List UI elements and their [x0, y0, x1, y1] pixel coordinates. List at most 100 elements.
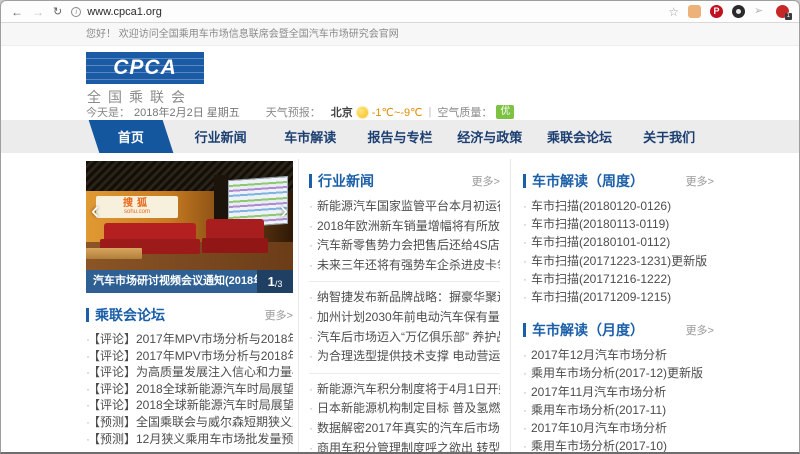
- nav-item-industry-news[interactable]: 行业新闻: [176, 120, 266, 153]
- list-item[interactable]: · 车市扫描(20171209-1215): [523, 288, 714, 306]
- list-item[interactable]: · 车市扫描(20180113-0119): [523, 215, 714, 233]
- list-item[interactable]: · 新能源汽车国家监管平台本月初运行: [309, 197, 500, 217]
- list-item[interactable]: ·汽车新零售势力会把售后还给4S店吗？也许并不...: [309, 236, 500, 256]
- forum-section-title: 乘联会论坛: [95, 307, 165, 323]
- list-item[interactable]: ·加州计划2030年前电动汽车保有量达500万辆: [309, 308, 500, 328]
- reload-icon[interactable]: ↻: [53, 5, 62, 18]
- list-item[interactable]: · 乘用车市场分析(2017-10): [523, 437, 714, 452]
- monthly-more-link[interactable]: 更多>: [686, 322, 714, 338]
- wooden-table: [86, 248, 142, 259]
- site-logo[interactable]: CPCA: [86, 52, 204, 84]
- main-nav: 首页 行业新闻 车市解读 报告与专栏 经济与政策 乘联会论坛 关于我们: [1, 120, 799, 153]
- list-item[interactable]: ·新能源汽车积分制度将于4月1日开始实施: [309, 380, 500, 400]
- monthly-section-title: 车市解读（月度）: [532, 322, 644, 339]
- forum-more-link[interactable]: 更多>: [265, 307, 293, 323]
- list-item[interactable]: · 车市扫描(20171223-1231)更新版: [523, 252, 714, 270]
- sign-logo-text: 搜狐: [123, 198, 151, 209]
- nav-item-about[interactable]: 关于我们: [624, 120, 714, 153]
- news-list-group-2: ·纳智捷发布新品牌战略：摒豪华聚运动 新平台对... ·加州计划2030年前电动…: [309, 288, 500, 366]
- list-item[interactable]: ·【评论】2017年MPV市场分析与2018年展望（下）: [86, 331, 293, 348]
- list-item[interactable]: ·汽车后市场迈入“万亿俱乐部” 养护品牌竞争进...: [309, 328, 500, 348]
- news-list-group-1: · 新能源汽车国家监管平台本月初运行 · 2018年欧洲新车销量增幅将有所放缓 · 汽…: [309, 197, 500, 275]
- section-accent-bar: [309, 174, 312, 188]
- monthly-list: · 2017年12月汽车市场分析 · 乘用车市场分析(2017-12)更新版 · 20…: [523, 346, 714, 452]
- weather-label: 天气预报：: [265, 107, 321, 119]
- extension-icon-2[interactable]: P: [710, 5, 723, 18]
- list-item[interactable]: ·未来三年还将有强势车企杀进皮卡领域: [309, 256, 500, 276]
- address-bar[interactable]: i www.cpca1.org ☆: [71, 4, 679, 20]
- carousel-caption[interactable]: 汽车市场研讨视频会议通知(2018年2月: [86, 270, 257, 293]
- url-text[interactable]: www.cpca1.org: [87, 6, 162, 18]
- list-item[interactable]: ·【评论】2018全球新能源汽车时局展望（二）: [86, 381, 293, 398]
- date-value: 2018年2月2日 星期五: [134, 107, 240, 119]
- section-accent-bar: [86, 308, 89, 322]
- nav-item-reports[interactable]: 报告与专栏: [355, 120, 445, 153]
- masthead: CPCA 全国乘联会 今天是： 2018年2月2日 星期五 天气预报： 北京 -1…: [1, 46, 799, 120]
- browser-window: ← → ↻ i www.cpca1.org ☆ P ➢ 1 您好！ 欢迎访问全国…: [0, 0, 800, 454]
- news-section-header: 行业新闻 更多>: [309, 171, 500, 191]
- carousel-prev-icon[interactable]: ‹: [91, 199, 99, 223]
- carousel[interactable]: 搜狐 sohu.com ‹ › 汽车市场研讨视频会议通知(2018年2月 1: [86, 161, 293, 293]
- nav-item-market-analysis[interactable]: 车市解读: [265, 120, 355, 153]
- list-item[interactable]: · 2017年11月汽车市场分析: [523, 383, 714, 401]
- forum-list: ·【评论】2017年MPV市场分析与2018年展望（下） ·【评论】2017年M…: [86, 331, 293, 447]
- list-item[interactable]: ·商用车积分管理制度呼之欲出 转型升级战拉开帷...: [309, 439, 500, 452]
- carousel-pagination: 1 /3: [257, 270, 293, 293]
- news-more-link[interactable]: 更多>: [472, 173, 500, 189]
- list-item[interactable]: · 乘用车市场分析(2017-11): [523, 401, 714, 419]
- logo-acronym: CPCA: [113, 56, 177, 79]
- carousel-next-icon[interactable]: ›: [280, 199, 288, 223]
- list-item[interactable]: · 数据解密2017年真实的汽车后市场: [309, 419, 500, 439]
- list-item[interactable]: ·纳智捷发布新品牌战略：摒豪华聚运动 新平台对...: [309, 288, 500, 308]
- list-item[interactable]: · 乘用车市场分析(2017-12)更新版: [523, 364, 714, 382]
- extension-icon-1[interactable]: [688, 5, 701, 18]
- weekly-section-header: 车市解读（周度） 更多>: [523, 171, 714, 191]
- carousel-image: 搜狐 sohu.com ‹ ›: [86, 161, 293, 270]
- welcome-bar: 您好！ 欢迎访问全国乘用车市场信息联席会暨全国汽车市场研究会官网: [1, 23, 799, 46]
- left-column: 搜狐 sohu.com ‹ › 汽车市场研讨视频会议通知(2018年2月 1: [86, 159, 298, 452]
- list-item[interactable]: ·【预测】12月狭义乘用车市场批发量预测回顾: [86, 431, 293, 448]
- nav-item-forum[interactable]: 乘联会论坛: [535, 120, 625, 153]
- list-item[interactable]: · 2017年12月汽车市场分析: [523, 346, 714, 364]
- list-item[interactable]: ·【评论】2017年MPV市场分析与2018年展望（上）: [86, 348, 293, 365]
- studio-sign: 搜狐 sohu.com: [96, 196, 178, 218]
- right-column: 车市解读（周度） 更多> · 车市扫描(20180120-0126) · 车市扫描(…: [511, 159, 714, 452]
- list-item[interactable]: ·【评论】2018全球新能源汽车时局展望（一）: [86, 397, 293, 414]
- list-item[interactable]: · 车市扫描(20180101-0112): [523, 233, 714, 251]
- divider: [309, 372, 500, 374]
- list-item[interactable]: · 车市扫描(20171216-1222): [523, 270, 714, 288]
- sign-logo-sub: sohu.com: [123, 209, 150, 215]
- list-item[interactable]: · 2018年欧洲新车销量增幅将有所放缓: [309, 217, 500, 237]
- list-item[interactable]: ·为合理选型提供技术支撑 电动营运货车将有统一...: [309, 347, 500, 367]
- nav-item-economy-policy[interactable]: 经济与政策: [445, 120, 535, 153]
- carousel-page-total: /3: [274, 278, 283, 289]
- forum-section-header: 乘联会论坛 更多>: [86, 305, 293, 325]
- section-accent-bar: [523, 323, 526, 338]
- extension-icon-3[interactable]: [732, 5, 745, 18]
- content-area: 搜狐 sohu.com ‹ › 汽车市场研讨视频会议通知(2018年2月 1: [86, 153, 714, 452]
- weekly-section-title: 车市解读（周度）: [532, 173, 644, 189]
- extension-icon-5[interactable]: 1: [776, 5, 792, 20]
- site-info-icon[interactable]: i: [71, 6, 82, 17]
- extension-icon-4[interactable]: ➢: [754, 5, 767, 18]
- nav-item-home[interactable]: 首页: [86, 120, 176, 153]
- list-item[interactable]: · 车市扫描(20180120-0126): [523, 197, 714, 215]
- air-quality-badge: 优: [496, 105, 515, 119]
- bookmark-star-icon[interactable]: ☆: [668, 5, 679, 19]
- middle-column: 行业新闻 更多> · 新能源汽车国家监管平台本月初运行 · 2018年欧洲新车销量增…: [298, 159, 511, 452]
- carousel-caption-bar: 汽车市场研讨视频会议通知(2018年2月 1 /3: [86, 270, 293, 293]
- carousel-page-current: 1: [267, 274, 275, 289]
- list-item[interactable]: · 2017年10月汽车市场分析: [523, 419, 714, 437]
- temperature-value: -1℃~-9℃: [371, 106, 423, 119]
- red-sofa-right-seat: [202, 238, 268, 253]
- back-icon[interactable]: ←: [11, 6, 23, 18]
- weather-city: 北京: [330, 107, 353, 119]
- list-item[interactable]: ·日本新能源机构制定目标 普及氢燃料汽车: [309, 399, 500, 419]
- sun-icon: [356, 106, 368, 118]
- list-item[interactable]: ·【评论】为高质量发展注入信心和力量——点评...: [86, 364, 293, 381]
- list-item[interactable]: ·【预测】全国乘联会与威尔森短期狭义乘用车批...: [86, 414, 293, 431]
- weekly-more-link[interactable]: 更多>: [686, 173, 714, 189]
- news-list-group-3: ·新能源汽车积分制度将于4月1日开始实施 ·日本新能源机构制定目标 普及氢燃料汽…: [309, 380, 500, 452]
- separator: |: [428, 106, 432, 118]
- forward-icon[interactable]: →: [32, 6, 44, 18]
